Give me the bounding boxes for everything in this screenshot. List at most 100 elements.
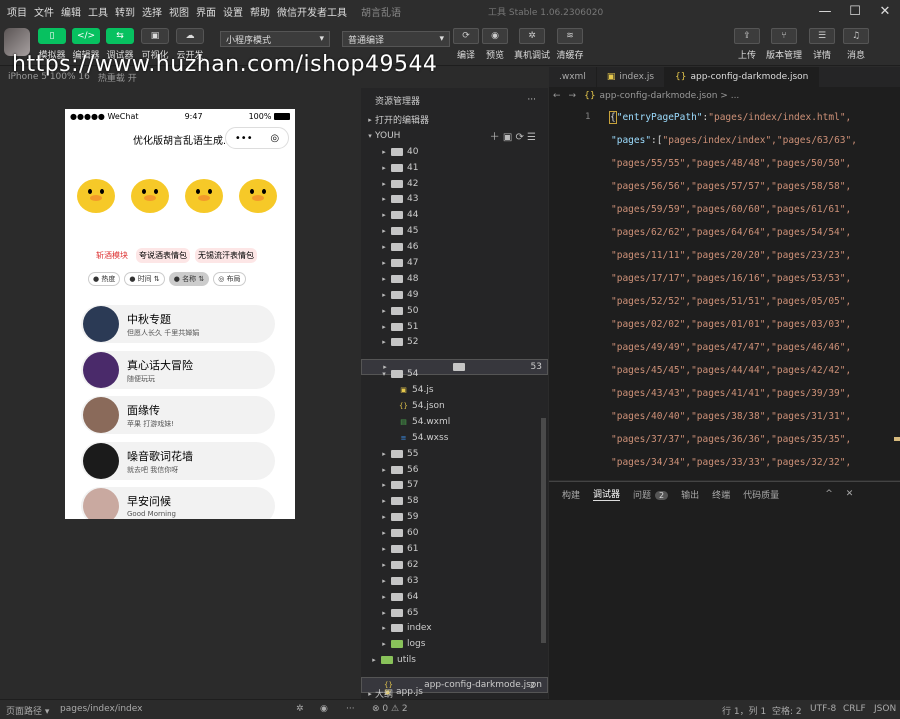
tree-folder[interactable]: ▸ 49 — [361, 287, 548, 303]
mode-select[interactable]: 小程序模式 ▾ — [220, 31, 330, 47]
duck-sticker[interactable] — [181, 173, 227, 219]
menu-goto[interactable]: 转到 — [115, 4, 135, 19]
project-root[interactable]: ▾ YOUH ＋ ▣ ⟳ ☰ — [361, 128, 548, 144]
tree-file[interactable]: {} 54.json — [361, 398, 548, 414]
tree-folder[interactable]: ▸ 65 — [361, 605, 548, 621]
tree-folder[interactable]: ▸ 63 — [361, 573, 548, 589]
messages-button[interactable]: ♫ 消息 — [836, 28, 876, 61]
close-panel-icon[interactable]: ✕ — [846, 489, 854, 499]
tree-file[interactable]: ▣ 54.js — [361, 382, 548, 398]
tree-folder[interactable]: ▸ 56 — [361, 462, 548, 478]
close-circle-icon[interactable]: ◎ — [270, 133, 279, 144]
tab-index-js[interactable]: ▣ index.js — [597, 67, 666, 87]
tree-folder[interactable]: ▸ 64 — [361, 589, 548, 605]
minimize-button[interactable]: — — [810, 0, 840, 22]
list-item[interactable]: 真心话大冒险 随便玩玩 — [81, 350, 275, 389]
tree-file[interactable]: ▤ 54.wxml — [361, 414, 548, 430]
encoding[interactable]: UTF-8 — [810, 704, 836, 714]
tree-folder[interactable]: ▸ 58 — [361, 493, 548, 509]
more-icon[interactable]: ··· — [346, 704, 355, 714]
explorer-actions[interactable]: ＋ ▣ ⟳ ☰ — [490, 128, 536, 143]
menu-edit[interactable]: 编辑 — [61, 4, 81, 19]
page-path[interactable]: pages/index/index — [60, 704, 142, 714]
menu-help[interactable]: 帮助 — [250, 4, 270, 19]
menu-select[interactable]: 选择 — [142, 4, 162, 19]
tree-file[interactable]: ≡ 54.wxss — [361, 430, 548, 446]
duck-sticker[interactable] — [127, 173, 173, 219]
arrow-left-icon[interactable]: ← — [553, 91, 561, 101]
tree-folder[interactable]: ▸ 62 — [361, 557, 548, 573]
menu-settings[interactable]: 设置 — [223, 4, 243, 19]
chevron-up-icon[interactable]: ^ — [825, 489, 833, 499]
more-icon[interactable]: ··· — [527, 95, 536, 105]
duck-sticker[interactable] — [73, 173, 119, 219]
eol[interactable]: CRLF — [843, 704, 866, 714]
tag[interactable]: 斩酒模块 — [93, 248, 131, 263]
tree-folder[interactable]: ▸ 44 — [361, 207, 548, 223]
version-button[interactable]: ⑂ 版本管理 — [764, 28, 804, 61]
page-path-toggle[interactable]: 页面路径 ▾ — [6, 704, 49, 717]
eye-icon[interactable]: ◉ — [320, 704, 328, 714]
maximize-button[interactable]: ☐ — [840, 0, 870, 22]
problems-count[interactable]: ⊗ 0 ⚠ 2 — [372, 704, 408, 714]
arrow-right-icon[interactable]: → — [569, 91, 577, 101]
tab-wxml[interactable]: .wxml — [549, 67, 597, 87]
tree-folder[interactable]: ▸ 43 — [361, 191, 548, 207]
filter-name[interactable]: ● 名称 ⇅ — [168, 272, 210, 286]
tab-build[interactable]: 构建 — [562, 488, 580, 501]
tree-folder[interactable]: ▸ 59 — [361, 509, 548, 525]
cursor-position[interactable]: 行 1，列 1 — [722, 704, 766, 717]
tag[interactable]: 无锡流汗表情包 — [195, 248, 257, 263]
tab-output[interactable]: 输出 — [681, 488, 699, 501]
preview-button[interactable]: ◉ 预览 — [475, 28, 515, 61]
filter-layout[interactable]: ◎ 布局 — [213, 272, 246, 286]
tree-folder[interactable]: ▸ 47 — [361, 255, 548, 271]
menu-view[interactable]: 视图 — [169, 4, 189, 19]
list-item[interactable]: 面缘传 苹果 打游戏妹! — [81, 396, 275, 434]
settings-icon[interactable]: ✲ — [296, 704, 304, 714]
explorer-scrollbar[interactable] — [541, 418, 546, 643]
menu-file[interactable]: 文件 — [34, 4, 54, 19]
menu-interface[interactable]: 界面 — [196, 4, 216, 19]
remote-debug-button[interactable]: ✲ 真机调试 — [512, 28, 552, 61]
more-icon[interactable]: ••• — [235, 133, 253, 144]
tree-folder[interactable]: ▸ 50 — [361, 303, 548, 319]
upload-button[interactable]: ⇪ 上传 — [727, 28, 767, 61]
tree-folder-open[interactable]: ▾ 54 — [361, 366, 548, 382]
tree-folder[interactable]: ▸ 60 — [361, 525, 548, 541]
tree-folder[interactable]: ▸ 40 — [361, 144, 548, 160]
tree-folder[interactable]: ▸ 48 — [361, 271, 548, 287]
compile-select[interactable]: 普通编译 ▾ — [342, 31, 450, 47]
clear-cache-button[interactable]: ≋ 清缓存 — [550, 28, 590, 61]
tree-folder[interactable]: ▸ utils — [361, 652, 548, 668]
tree-folder[interactable]: ▸ 55 — [361, 446, 548, 462]
tree-folder[interactable]: ▸ index — [361, 621, 548, 637]
list-item[interactable]: 噪音歌词花墙 就去吧 我信你呀 — [81, 441, 275, 480]
indent-setting[interactable]: 空格: 2 — [772, 704, 802, 717]
language-mode[interactable]: JSON — [874, 704, 896, 714]
tree-folder[interactable]: ▸ 61 — [361, 541, 548, 557]
tree-folder[interactable]: ▸ 57 — [361, 477, 548, 493]
tag[interactable]: 夸说酒表情包 — [136, 248, 190, 263]
tree-folder[interactable]: ▸ 41 — [361, 160, 548, 176]
menu-tools[interactable]: 工具 — [88, 4, 108, 19]
tab-code-quality[interactable]: 代码质量 — [743, 488, 779, 501]
tab-problems[interactable]: 问题 2 — [633, 488, 669, 501]
tree-folder[interactable]: ▸ 51 — [361, 319, 548, 335]
list-item[interactable]: 早安问候 Good Morning — [81, 487, 275, 519]
filter-hot[interactable]: ● 热度 — [88, 272, 121, 286]
close-window-button[interactable]: ✕ — [870, 0, 900, 22]
tree-folder[interactable]: ▸ logs — [361, 636, 548, 652]
tab-terminal[interactable]: 终端 — [712, 488, 730, 501]
tree-folder[interactable]: ▸ 46 — [361, 239, 548, 255]
tab-app-config[interactable]: {} app-config-darkmode.json — [665, 67, 820, 87]
menu-project[interactable]: 项目 — [7, 4, 27, 19]
open-editors-section[interactable]: ▸ 打开的编辑器 — [361, 112, 548, 128]
tab-debugger[interactable]: 调试器 — [593, 487, 621, 501]
tree-folder[interactable]: ▸ 42 — [361, 176, 548, 192]
menu-devtools[interactable]: 微信开发者工具 — [277, 4, 347, 19]
list-item[interactable]: 中秋专题 但愿人长久 千里共婵娟 — [81, 305, 275, 343]
tree-folder[interactable]: ▸ 52 — [361, 334, 548, 350]
filter-time[interactable]: ● 时间 ⇅ — [124, 272, 165, 286]
duck-sticker[interactable] — [235, 173, 281, 219]
